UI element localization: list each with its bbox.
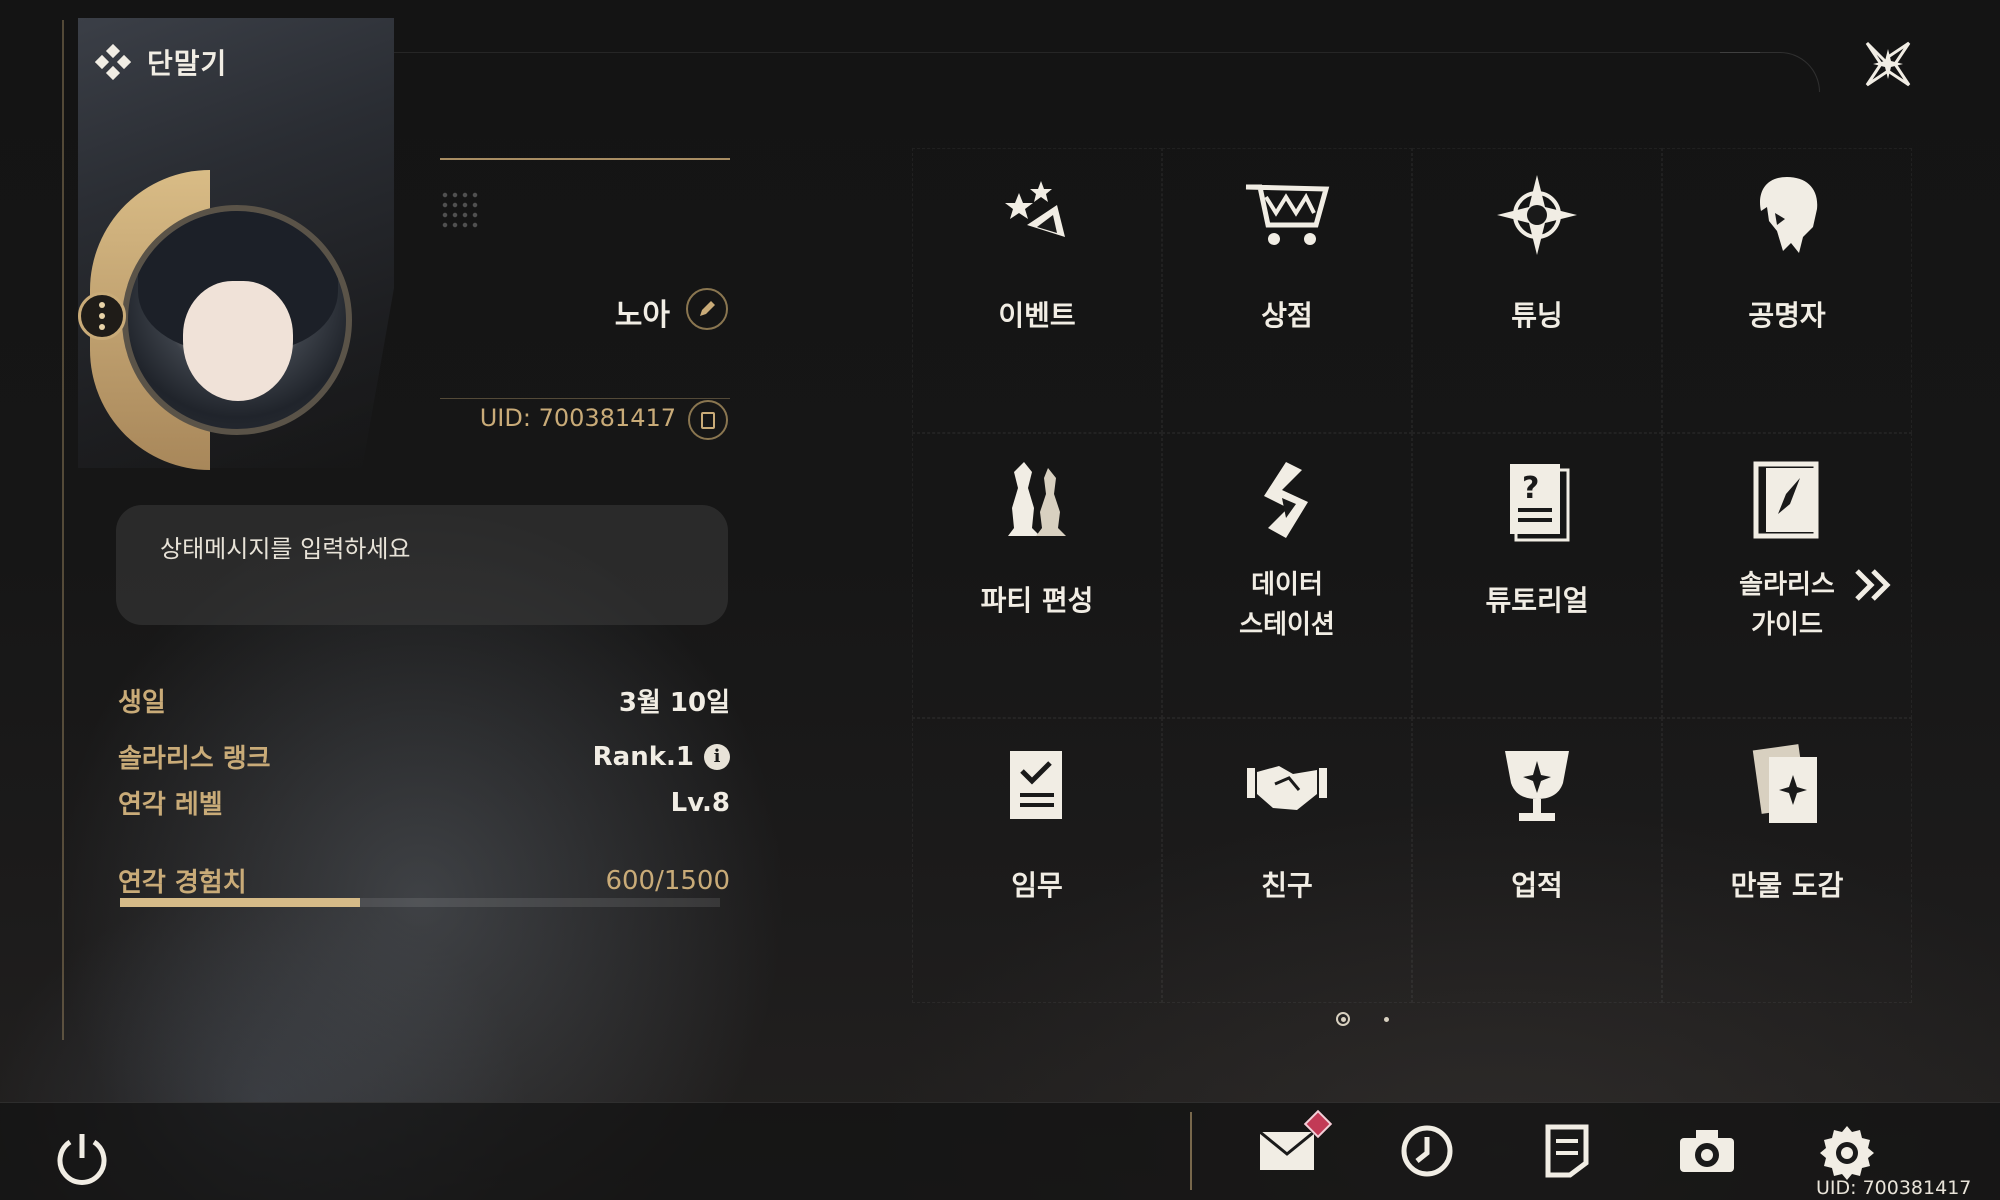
menu-label: 파티 편성 xyxy=(980,584,1094,617)
camera-icon xyxy=(1680,1130,1734,1172)
menu-item-event[interactable]: 이벤트 xyxy=(912,148,1162,433)
menu-item-mission[interactable]: 임무 xyxy=(912,718,1162,1003)
avatar[interactable] xyxy=(122,205,352,435)
page-title: 단말기 xyxy=(147,47,228,80)
menu-item-data-station[interactable]: 데이터 스테이션 xyxy=(1162,433,1412,718)
archive-cards-icon xyxy=(1742,740,1832,830)
menu-label: 데이터 스테이션 xyxy=(1239,570,1335,640)
menu-grid: 이벤트 상점 튜닝 공명자 파티 편성 데이터 스테이션 ? 튜토리얼 솔라리스… xyxy=(912,148,1912,1003)
stat-value: Rank.1 xyxy=(592,741,694,772)
exp-progress-fill xyxy=(120,898,360,907)
settings-icon xyxy=(1820,1126,1874,1180)
resonator-icon xyxy=(1742,170,1832,260)
data-station-icon xyxy=(1242,455,1332,545)
menu-item-achievement[interactable]: 업적 xyxy=(1412,718,1662,1003)
name-underline xyxy=(440,158,730,160)
exp-progress-bar xyxy=(120,898,720,907)
menu-item-shop[interactable]: 상점 xyxy=(1162,148,1412,433)
bottom-bar-divider xyxy=(1190,1112,1192,1190)
profile-more-button[interactable] xyxy=(78,292,126,340)
menu-item-friends[interactable]: 친구 xyxy=(1162,718,1412,1003)
notes-icon xyxy=(1545,1124,1589,1178)
uid-underline xyxy=(440,398,730,399)
clock-icon xyxy=(1401,1125,1453,1177)
stat-exp: 연각 경험치 600/1500 xyxy=(118,862,730,899)
menu-item-tutorial[interactable]: ? 튜토리얼 xyxy=(1412,433,1662,718)
menu-label: 이벤트 xyxy=(998,299,1076,332)
player-uid: UID: 700381417 xyxy=(479,404,676,432)
status-message-input[interactable]: 상태메시지를 입력하세요 xyxy=(116,505,728,625)
power-button[interactable] xyxy=(52,1128,112,1188)
page-dot[interactable] xyxy=(1384,1016,1389,1022)
stat-value: 600/1500 xyxy=(605,865,730,896)
power-icon xyxy=(57,1134,107,1185)
menu-label: 업적 xyxy=(1511,869,1563,902)
stat-level: 연각 레벨 Lv.8 xyxy=(118,784,730,821)
stat-solaris-rank: 솔라리스 랭크 Rank.1 i xyxy=(118,738,730,775)
header-divider xyxy=(340,52,1760,53)
menu-label: 상점 xyxy=(1261,299,1313,332)
bottom-uid: UID: 700381417 xyxy=(1816,1177,1972,1199)
menu-label: 튜토리얼 xyxy=(1485,584,1589,617)
copy-icon xyxy=(701,411,715,429)
settings-button[interactable] xyxy=(1814,1120,1880,1182)
stat-label: 생일 xyxy=(118,688,166,718)
close-icon xyxy=(1865,41,1911,87)
menu-item-party[interactable]: 파티 편성 xyxy=(912,433,1162,718)
mission-icon xyxy=(992,740,1082,830)
stat-value-wrap: Rank.1 i xyxy=(593,742,730,772)
tuning-star-icon xyxy=(1492,170,1582,260)
stat-label: 솔라리스 랭크 xyxy=(118,744,271,774)
notes-button[interactable] xyxy=(1534,1120,1600,1182)
next-page-button[interactable] xyxy=(1848,560,1898,610)
stat-value: Lv.8 xyxy=(670,787,730,818)
friends-handshake-icon xyxy=(1242,740,1332,830)
stat-value: 3월 10일 xyxy=(618,688,730,718)
page-dot-active[interactable] xyxy=(1336,1012,1350,1026)
decor-dots xyxy=(440,190,480,230)
pencil-icon xyxy=(700,301,715,316)
menu-item-resonator[interactable]: 공명자 xyxy=(1662,148,1912,433)
tutorial-icon: ? xyxy=(1492,455,1582,545)
menu-item-archive[interactable]: 만물 도감 xyxy=(1662,718,1912,1003)
avatar-face xyxy=(183,281,293,401)
menu-label: 만물 도감 xyxy=(1730,869,1844,902)
status-message-placeholder: 상태메시지를 입력하세요 xyxy=(160,535,411,563)
stat-label: 연각 레벨 xyxy=(118,790,223,820)
window-header: 단말기 xyxy=(95,42,227,82)
menu-label: 친구 xyxy=(1261,869,1313,902)
close-button[interactable] xyxy=(1860,36,1916,92)
menu-label: 공명자 xyxy=(1748,299,1826,332)
info-icon[interactable]: i xyxy=(704,743,730,770)
clock-button[interactable] xyxy=(1394,1120,1460,1182)
menu-label: 솔라리스 가이드 xyxy=(1739,570,1835,640)
menu-label: 임무 xyxy=(1011,869,1063,902)
edit-name-button[interactable] xyxy=(686,288,728,330)
achievement-trophy-icon xyxy=(1492,740,1582,830)
stat-label: 연각 경험치 xyxy=(118,868,247,898)
shop-cart-icon xyxy=(1242,170,1332,260)
svg-text:?: ? xyxy=(1522,471,1539,506)
party-chess-icon xyxy=(992,455,1082,545)
page-indicator xyxy=(1336,1012,1389,1026)
event-icon xyxy=(992,170,1082,260)
menu-item-tuning[interactable]: 튜닝 xyxy=(1412,148,1662,433)
stat-birthday: 생일 3월 10일 xyxy=(118,682,730,719)
menu-label: 튜닝 xyxy=(1511,299,1563,332)
terminal-diamond-icon xyxy=(95,44,131,80)
header-divider-curve xyxy=(1720,52,1820,92)
camera-button[interactable] xyxy=(1674,1120,1740,1182)
double-chevron-right-icon xyxy=(1855,569,1891,601)
copy-uid-button[interactable] xyxy=(688,400,728,440)
player-name: 노아 xyxy=(614,298,670,333)
left-rail xyxy=(62,20,64,1040)
mail-icon xyxy=(1259,1130,1315,1170)
guide-compass-icon xyxy=(1742,455,1832,545)
